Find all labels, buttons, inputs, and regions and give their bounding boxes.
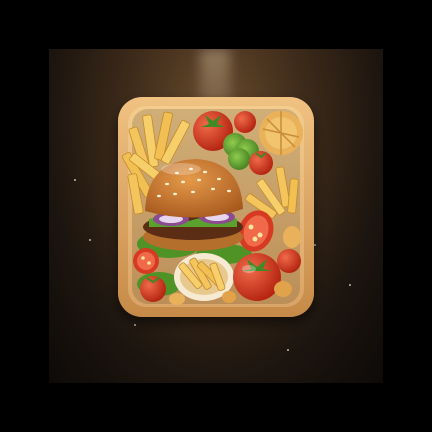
cherry-tomato-bottom-left — [140, 276, 166, 302]
onion-ring-top-right — [259, 111, 303, 155]
image-stage — [0, 0, 432, 432]
cherry-tomato-right — [249, 151, 273, 175]
tomato-slice-left — [133, 248, 159, 274]
cherry-tomato-top — [234, 111, 256, 133]
cherry-tomato-far-right — [277, 249, 301, 273]
tomato-bottom-right — [233, 253, 281, 301]
food-tray-icon — [118, 97, 314, 317]
